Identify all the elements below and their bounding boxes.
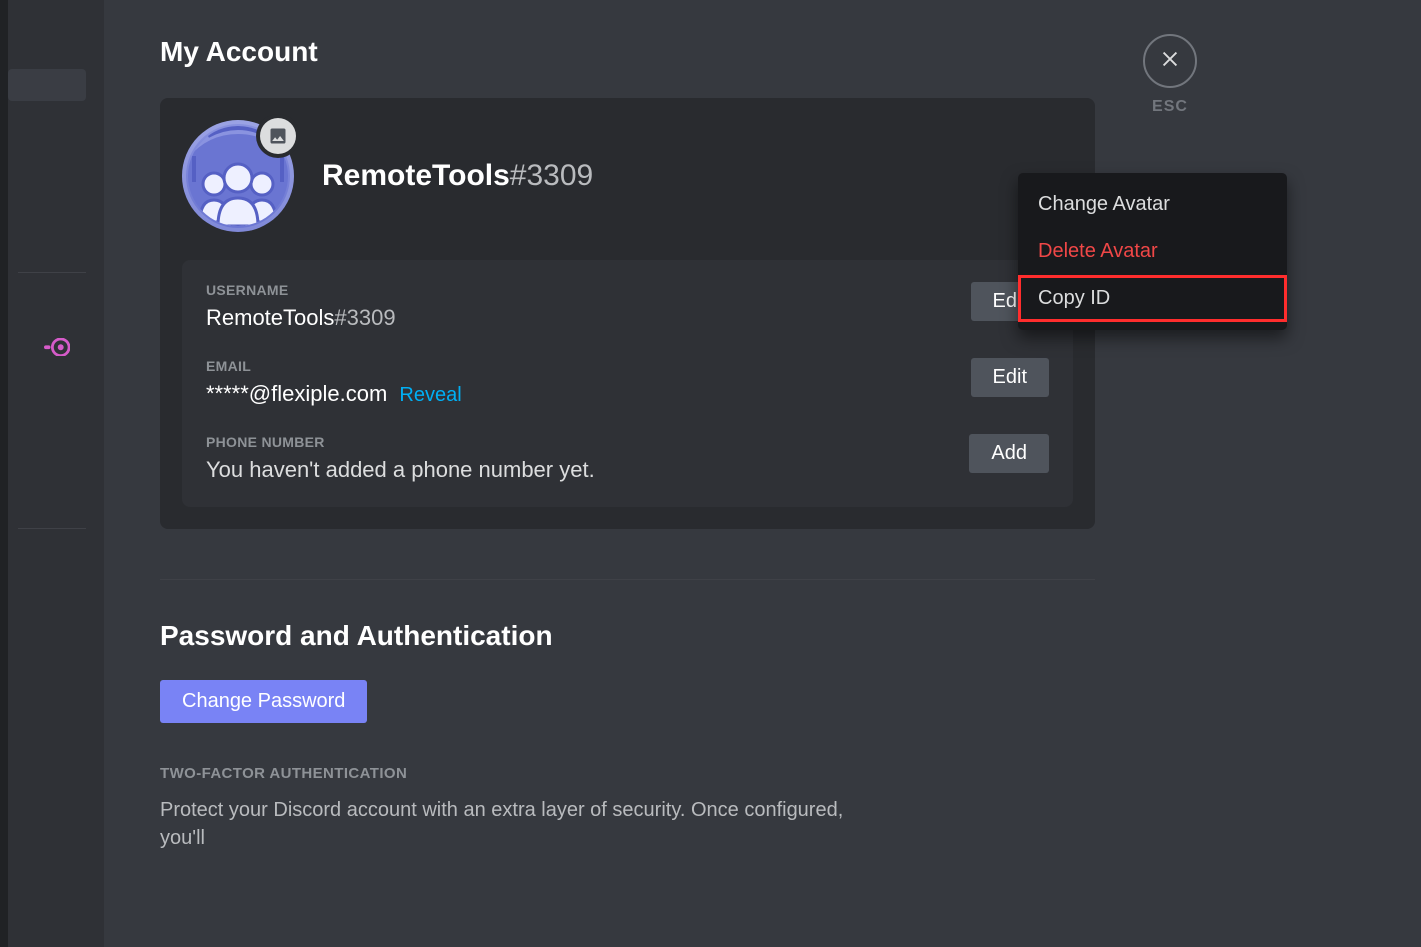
context-delete-avatar[interactable]: Delete Avatar	[1018, 228, 1287, 275]
section-divider	[160, 579, 1095, 580]
email-value-row: *****@flexiple.com Reveal	[206, 380, 971, 408]
esc-label: ESC	[1143, 98, 1197, 116]
upload-avatar-icon[interactable]	[260, 118, 296, 154]
account-fields: USERNAME RemoteTools#3309 Edit EMAIL ***…	[182, 260, 1073, 507]
profile-username: RemoteTools	[322, 159, 510, 192]
sidebar-selected-item[interactable]	[8, 69, 86, 101]
guild-strip	[0, 0, 8, 947]
close-icon	[1159, 48, 1181, 75]
avatar-wrapper[interactable]	[182, 120, 294, 232]
password-section-title: Password and Authentication	[160, 620, 1381, 652]
page-title: My Account	[160, 0, 1381, 68]
profile-discriminator: #3309	[510, 159, 593, 192]
change-password-button[interactable]: Change Password	[160, 680, 367, 723]
field-username: USERNAME RemoteTools#3309 Edit	[206, 282, 1049, 358]
username-value: RemoteTools#3309	[206, 304, 971, 332]
close-settings: ESC	[1143, 34, 1197, 116]
username-discriminator: #3309	[334, 305, 395, 330]
profile-row: RemoteTools#3309	[182, 120, 1073, 232]
avatar-context-menu: Change Avatar Delete Avatar Copy ID	[1018, 173, 1287, 330]
field-email: EMAIL *****@flexiple.com Reveal Edit	[206, 358, 1049, 434]
profile-display-name: RemoteTools#3309	[322, 159, 593, 193]
username-name: RemoteTools	[206, 305, 334, 330]
add-phone-button[interactable]: Add	[969, 434, 1049, 473]
close-button[interactable]	[1143, 34, 1197, 88]
context-copy-id[interactable]: Copy ID	[1018, 275, 1287, 322]
phone-label: PHONE NUMBER	[206, 434, 969, 450]
username-label: USERNAME	[206, 282, 971, 298]
sidebar-divider	[18, 528, 86, 529]
context-change-avatar[interactable]: Change Avatar	[1018, 181, 1287, 228]
twofa-description: Protect your Discord account with an ext…	[160, 796, 860, 852]
email-masked-value: *****@flexiple.com	[206, 381, 387, 406]
settings-content: My Account	[104, 0, 1421, 947]
email-label: EMAIL	[206, 358, 971, 374]
twofa-label: TWO-FACTOR AUTHENTICATION	[160, 765, 1381, 782]
reveal-email-link[interactable]: Reveal	[399, 384, 461, 406]
field-phone: PHONE NUMBER You haven't added a phone n…	[206, 434, 1049, 494]
account-card: RemoteTools#3309 USERNAME RemoteTools#33…	[160, 98, 1095, 529]
settings-sidebar	[0, 0, 104, 947]
sidebar-divider	[18, 272, 86, 273]
edit-email-button[interactable]: Edit	[971, 358, 1049, 397]
phone-value: You haven't added a phone number yet.	[206, 456, 969, 484]
nitro-icon[interactable]	[44, 338, 70, 356]
